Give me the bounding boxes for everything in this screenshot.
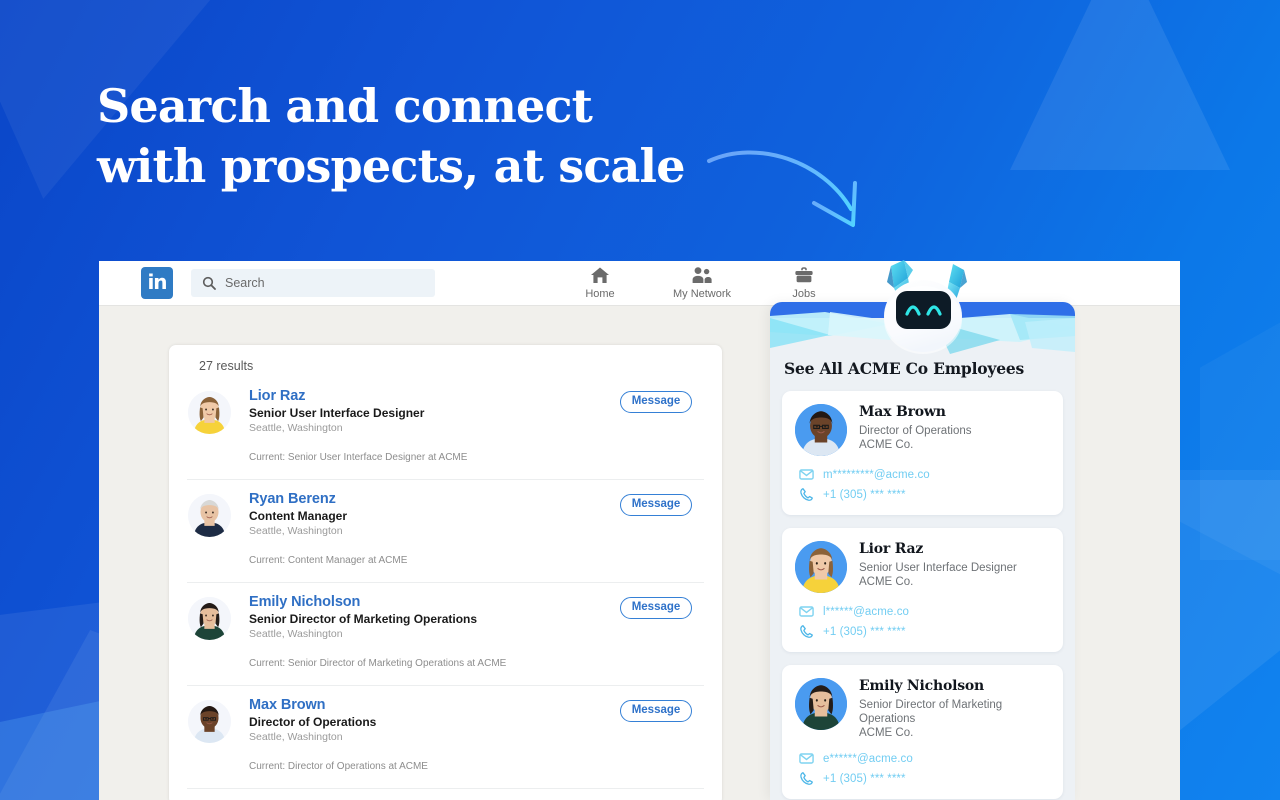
phone-icon — [800, 488, 813, 501]
briefcase-icon — [768, 264, 840, 284]
employee-phone-line[interactable]: +1 (305) *** **** — [795, 624, 1049, 639]
employee-company: ACME Co. — [859, 727, 914, 739]
employee-phone: +1 (305) *** **** — [823, 772, 906, 785]
employee-company: ACME Co. — [859, 576, 914, 588]
employee-header: Lior Raz Senior User Interface Designer AC… — [795, 541, 1049, 593]
nav-item-my-network[interactable]: My Network — [666, 264, 738, 300]
employee-phone-line[interactable]: +1 (305) *** **** — [795, 487, 1049, 502]
background-accent-strip-left — [0, 700, 105, 800]
employee-email: e******@acme.co — [823, 752, 913, 765]
employee-email-line[interactable]: l******@acme.co — [795, 604, 1049, 619]
linkedin-topbar: in Search Home My Network Jobs — [99, 261, 1180, 306]
employee-card[interactable]: Max Brown Director of Operations ACME Co. m… — [782, 391, 1063, 515]
employee-list: Max Brown Director of Operations ACME Co. m… — [782, 391, 1063, 799]
employee-email: l******@acme.co — [823, 605, 910, 618]
message-button[interactable]: Message — [620, 494, 692, 516]
acme-employees-panel: See All ACME Co Employees Max Brown Direc… — [770, 302, 1075, 800]
result-location: Seattle, Washington — [249, 525, 343, 537]
hero-banner: Search and connect with prospects, at sc… — [0, 0, 1280, 800]
phone-icon — [800, 772, 813, 785]
curved-arrow-icon — [707, 150, 857, 227]
result-location: Seattle, Washington — [249, 422, 343, 434]
employee-card[interactable]: Emily Nicholson Senior Director of Market… — [782, 665, 1063, 799]
table-row[interactable]: Max Brown Director of Operations Seattle, … — [187, 686, 704, 789]
nav-label-home: Home — [585, 288, 615, 300]
envelope-icon — [799, 606, 814, 617]
employee-role: Senior Director of Marketing Operations — [859, 699, 1003, 725]
nav-item-jobs[interactable]: Jobs — [768, 264, 840, 300]
result-current-position: Current: Senior User Interface Designer … — [249, 452, 468, 463]
linkedin-logo-icon[interactable]: in — [141, 267, 173, 299]
hero-headline: Search and connect with prospects, at sc… — [97, 79, 686, 193]
robot-mascot-icon — [884, 260, 967, 354]
people-icon — [666, 264, 738, 284]
avatar — [795, 678, 847, 730]
avatar — [188, 494, 231, 537]
top-navigation: Home My Network Jobs — [564, 264, 840, 300]
search-results-card: 27 results Lior Raz Senior User Interface… — [169, 345, 722, 800]
employee-header: Emily Nicholson Senior Director of Market… — [795, 678, 1049, 740]
result-location: Seattle, Washington — [249, 628, 343, 640]
message-button[interactable]: Message — [620, 391, 692, 413]
nav-label-jobs: Jobs — [792, 288, 816, 300]
employee-header: Max Brown Director of Operations ACME Co. — [795, 404, 1049, 456]
employee-name: Lior Raz — [859, 541, 924, 557]
nav-item-home[interactable]: Home — [564, 264, 636, 300]
search-input[interactable]: Search — [191, 269, 435, 297]
avatar — [795, 541, 847, 593]
envelope-icon — [799, 753, 814, 764]
home-icon — [564, 264, 636, 284]
employee-contact: e******@acme.co +1 (305) *** **** — [795, 751, 1049, 786]
table-row[interactable]: Emily Nicholson Senior Director of Market… — [187, 583, 704, 686]
avatar — [188, 700, 231, 743]
employee-email-line[interactable]: m*********@acme.co — [795, 467, 1049, 482]
result-current-position: Current: Director of Operations at ACME — [249, 761, 428, 772]
employee-contact: m*********@acme.co +1 (305) *** **** — [795, 467, 1049, 502]
employee-name: Max Brown — [859, 404, 946, 420]
employee-identity: Max Brown Director of Operations ACME Co. — [859, 404, 972, 456]
avatar — [188, 391, 231, 434]
message-button[interactable]: Message — [620, 597, 692, 619]
background-triangle-top-right — [1010, 0, 1230, 170]
employee-company: ACME Co. — [859, 439, 914, 451]
table-row[interactable]: Lior Raz Senior User Interface Designer Se… — [187, 377, 704, 480]
employee-role: Director of Operations — [859, 425, 972, 437]
result-location: Seattle, Washington — [249, 731, 343, 743]
employee-role: Senior User Interface Designer — [859, 562, 1017, 574]
employee-contact: l******@acme.co +1 (305) *** **** — [795, 604, 1049, 639]
avatar — [795, 404, 847, 456]
employee-phone-line[interactable]: +1 (305) *** **** — [795, 771, 1049, 786]
employee-card[interactable]: Lior Raz Senior User Interface Designer AC… — [782, 528, 1063, 652]
results-list: Lior Raz Senior User Interface Designer Se… — [187, 377, 704, 789]
employee-name: Emily Nicholson — [859, 678, 985, 694]
employee-identity: Emily Nicholson Senior Director of Market… — [859, 678, 1049, 740]
employee-email-line[interactable]: e******@acme.co — [795, 751, 1049, 766]
background-polygon-mid-right — [1200, 300, 1280, 560]
employee-email: m*********@acme.co — [823, 468, 930, 481]
avatar — [188, 597, 231, 640]
result-current-position: Current: Content Manager at ACME — [249, 555, 408, 566]
table-row[interactable]: Ryan Berenz Content Manager Seattle, Washi… — [187, 480, 704, 583]
search-placeholder: Search — [225, 276, 265, 290]
result-current-position: Current: Senior Director of Marketing Op… — [249, 658, 507, 669]
phone-icon — [800, 625, 813, 638]
nav-label-my-network: My Network — [672, 288, 732, 300]
employee-phone: +1 (305) *** **** — [823, 488, 906, 501]
employee-phone: +1 (305) *** **** — [823, 625, 906, 638]
search-icon — [202, 276, 216, 290]
results-count: 27 results — [199, 359, 254, 373]
envelope-icon — [799, 469, 814, 480]
employee-identity: Lior Raz Senior User Interface Designer AC… — [859, 541, 1017, 593]
message-button[interactable]: Message — [620, 700, 692, 722]
